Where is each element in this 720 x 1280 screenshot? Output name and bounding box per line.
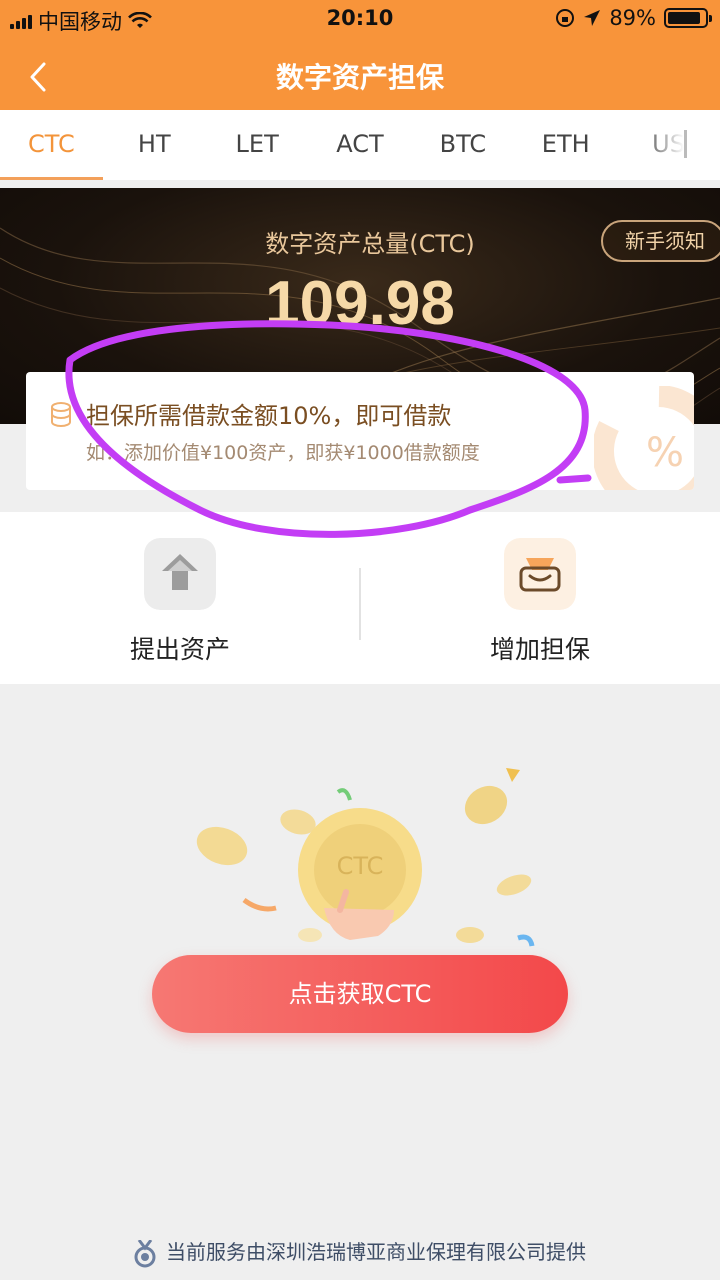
withdraw-asset-label: 提出资产: [129, 635, 230, 664]
tab-ht[interactable]: HT: [103, 110, 206, 180]
tabs-divider: [684, 130, 687, 158]
asset-total-value: 109.98: [265, 269, 455, 338]
loan-info-example: 如：添加价值¥100资产，即获¥1000借款额度: [86, 442, 480, 464]
add-collateral-button[interactable]: 增加担保: [360, 512, 720, 684]
add-collateral-label: 增加担保: [489, 635, 590, 664]
rotation-lock-icon: [556, 9, 575, 27]
tab-btc[interactable]: BTC: [411, 110, 514, 180]
battery-percent: 89%: [609, 6, 656, 30]
tab-let[interactable]: LET: [206, 110, 309, 180]
withdraw-asset-button[interactable]: 提出资产: [0, 512, 360, 684]
medal-icon: [134, 1239, 156, 1267]
tab-ctc[interactable]: CTC: [0, 110, 103, 180]
page-title: 数字资产担保: [275, 61, 444, 94]
header: 中国移动 20:10 89% 数字资产担保: [0, 0, 720, 110]
loan-info-title: 担保所需借款金额10%，即可借款: [86, 402, 452, 430]
upload-arrow-icon: [144, 538, 216, 610]
currency-tabs: CTCHTLETACTBTCETHUS: [0, 110, 720, 180]
tab-act[interactable]: ACT: [309, 110, 412, 180]
battery-icon: [664, 8, 712, 28]
action-row: 提出资产 增加担保: [0, 512, 720, 684]
wallet-icon: [504, 538, 576, 610]
newbie-guide-button[interactable]: 新手须知: [601, 220, 720, 262]
coin-label: CTC: [336, 852, 384, 880]
svg-text:%: %: [646, 430, 684, 476]
get-ctc-button[interactable]: 点击获取CTC: [152, 955, 568, 1033]
tab-eth[interactable]: ETH: [514, 110, 617, 180]
footer-provider-note: 当前服务由深圳浩瑞博亚商业保理有限公司提供: [0, 1236, 720, 1268]
coin-stack-icon: [51, 402, 71, 427]
tabs-fade: [640, 110, 720, 180]
location-icon: [584, 10, 601, 26]
footer-text: 当前服务由深圳浩瑞博亚商业保理有限公司提供: [166, 1240, 586, 1264]
status-bar: 中国移动 20:10 89%: [0, 0, 720, 36]
loan-info-card: 担保所需借款金额10%，即可借款 如：添加价值¥100资产，即获¥1000借款额…: [26, 372, 694, 490]
percent-gauge-icon: %: [594, 386, 694, 490]
